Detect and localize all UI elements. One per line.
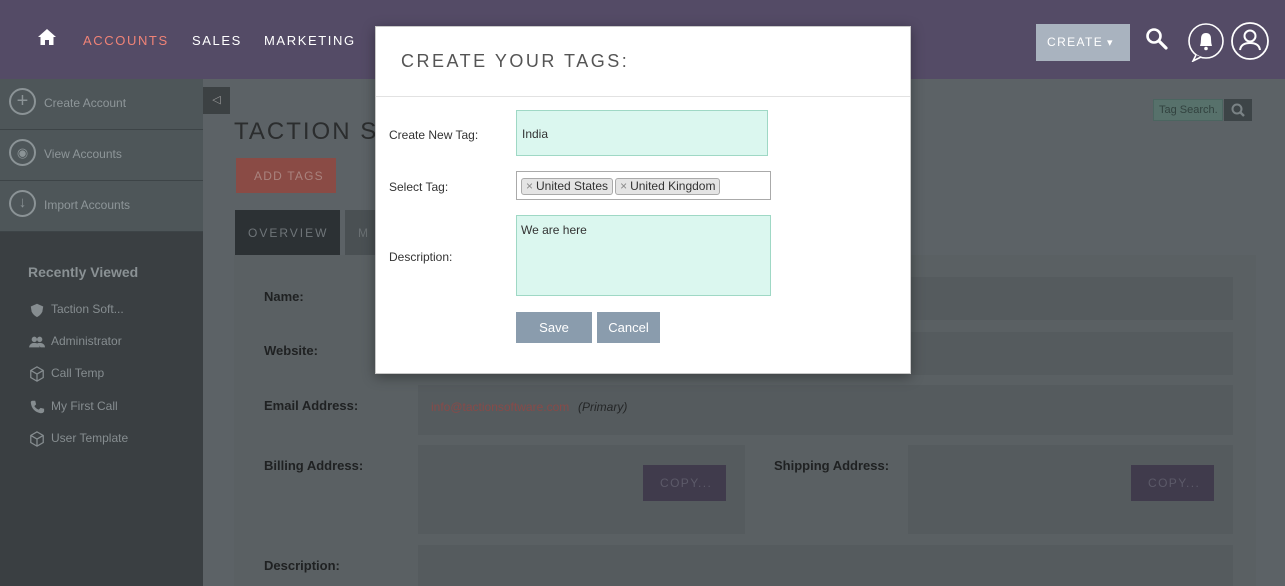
website-label: Website: <box>264 343 318 358</box>
cube-icon <box>30 366 44 382</box>
recent-item-user-template[interactable]: User Template <box>28 431 128 447</box>
recent-item-label: My First Call <box>51 399 118 414</box>
description-textarea[interactable]: We are here <box>516 215 771 296</box>
email-primary-tag: (Primary) <box>578 400 628 414</box>
sidebar-action-view-accounts[interactable]: ◉ View Accounts <box>0 130 203 181</box>
recently-viewed-heading: Recently Viewed <box>28 264 139 280</box>
copy-billing-button[interactable]: COPY... <box>643 465 726 501</box>
description-label: Description: <box>389 250 453 264</box>
select-tag-multiselect[interactable]: × United States × United Kingdom <box>516 171 771 200</box>
billing-address-label: Billing Address: <box>264 458 364 473</box>
create-button-label: CREATE <box>1047 35 1104 49</box>
sidebar-action-label: View Accounts <box>44 147 122 161</box>
select-tag-label: Select Tag: <box>389 180 449 194</box>
create-menu-button[interactable]: CREATE ▾ <box>1036 24 1130 61</box>
sidebar-action-label: Import Accounts <box>44 198 131 212</box>
email-label: Email Address: <box>264 398 359 413</box>
tag-chip-united-kingdom: × United Kingdom <box>615 178 721 195</box>
recent-item-label: User Template <box>51 431 129 446</box>
tag-chip-united-states: × United States <box>521 178 614 195</box>
modal-title: CREATE YOUR TAGS: <box>401 51 630 71</box>
tab-overview[interactable]: OVERVIEW <box>235 210 340 255</box>
collapse-sidebar-icon[interactable]: ◁ <box>203 87 230 114</box>
name-field <box>911 277 1233 320</box>
notification-bell-icon[interactable] <box>1187 22 1225 62</box>
recent-item-call-temp[interactable]: Call Temp <box>28 366 104 382</box>
modal-header: CREATE YOUR TAGS: <box>376 27 910 97</box>
description-field <box>418 545 1233 586</box>
recent-item-label: Administrator <box>51 334 122 349</box>
tag-search-input[interactable]: Tag Search. <box>1153 99 1223 121</box>
users-icon <box>29 336 45 348</box>
website-field <box>911 332 1233 375</box>
email-link[interactable]: info@tactionsoftware.com <box>431 400 569 414</box>
plus-icon: + <box>9 88 36 115</box>
remove-tag-icon[interactable]: × <box>620 179 627 193</box>
recent-item-administrator[interactable]: Administrator <box>28 334 122 350</box>
cube-icon <box>30 431 44 447</box>
phone-icon <box>30 400 45 414</box>
recent-item-label: Call Temp <box>51 366 105 381</box>
home-icon[interactable] <box>37 28 57 46</box>
tag-search-button[interactable] <box>1224 99 1252 121</box>
copy-shipping-button[interactable]: COPY... <box>1131 465 1214 501</box>
name-label: Name: <box>264 289 304 304</box>
sidebar-action-import-accounts[interactable]: ↓ Import Accounts <box>0 181 203 232</box>
sidebar: + Create Account ◉ View Accounts ↓ Impor… <box>0 79 203 586</box>
tag-chip-label: United States <box>536 179 609 193</box>
shipping-address-label: Shipping Address: <box>774 458 890 473</box>
download-icon: ↓ <box>9 190 36 217</box>
nav-sales[interactable]: SALES <box>192 33 242 48</box>
search-icon <box>1231 103 1245 117</box>
tag-chip-label: United Kingdom <box>630 179 716 193</box>
recent-item-taction[interactable]: Taction Soft... <box>28 302 124 318</box>
search-icon[interactable] <box>1145 27 1169 51</box>
sidebar-action-label: Create Account <box>44 96 127 110</box>
description-label: Description: <box>264 558 340 573</box>
cancel-button[interactable]: Cancel <box>597 312 660 343</box>
shield-icon <box>30 303 44 318</box>
create-new-tag-input[interactable]: India <box>516 110 768 156</box>
nav-marketing[interactable]: MARKETING <box>264 33 356 48</box>
recent-item-my-first-call[interactable]: My First Call <box>28 399 118 415</box>
tab-more[interactable]: M <box>345 210 375 255</box>
nav-accounts[interactable]: ACCOUNTS <box>83 33 169 48</box>
sidebar-action-create-account[interactable]: + Create Account <box>0 79 203 130</box>
user-profile-icon[interactable] <box>1230 21 1270 61</box>
create-tags-modal: CREATE YOUR TAGS: Create New Tag: India … <box>375 26 911 374</box>
create-new-tag-label: Create New Tag: <box>389 128 479 142</box>
eye-icon: ◉ <box>9 139 36 166</box>
recent-item-label: Taction Soft... <box>51 302 124 317</box>
save-button[interactable]: Save <box>516 312 592 343</box>
remove-tag-icon[interactable]: × <box>526 179 533 193</box>
chevron-down-icon: ▾ <box>1107 37 1114 49</box>
add-tags-button[interactable]: ADD TAGS <box>236 158 336 193</box>
